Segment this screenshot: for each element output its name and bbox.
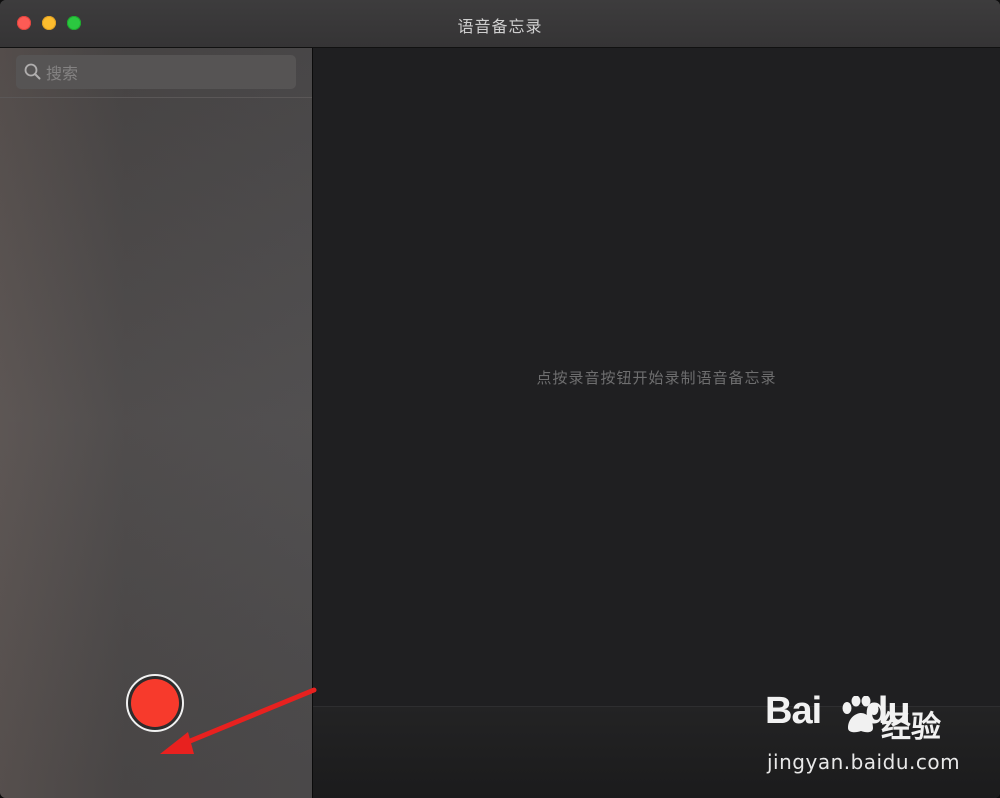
main-pane: 点按录音按钮开始录制语音备忘录 [313, 48, 1000, 706]
title-bar[interactable]: 语音备忘录 [0, 0, 1000, 48]
voice-memos-window: 语音备忘录 点按录音按钮开始录制语音备忘录 Baidu [0, 0, 1000, 798]
search-input[interactable] [44, 55, 288, 91]
baidu-jingyan-watermark: Bai du 经验 jingyan.baidu.com [765, 690, 960, 780]
watermark-logo-left: Bai [765, 690, 822, 732]
search-field[interactable] [16, 55, 296, 91]
annotation-arrow [160, 687, 317, 754]
watermark-suffix: 经验 [881, 710, 941, 745]
window-title: 语音备忘录 [457, 17, 543, 36]
search-icon [24, 63, 41, 80]
paw-icon [842, 696, 879, 733]
empty-state-message: 点按录音按钮开始录制语音备忘录 [536, 369, 777, 387]
watermark-url: jingyan.baidu.com [767, 750, 961, 774]
sidebar-divider [0, 97, 312, 98]
